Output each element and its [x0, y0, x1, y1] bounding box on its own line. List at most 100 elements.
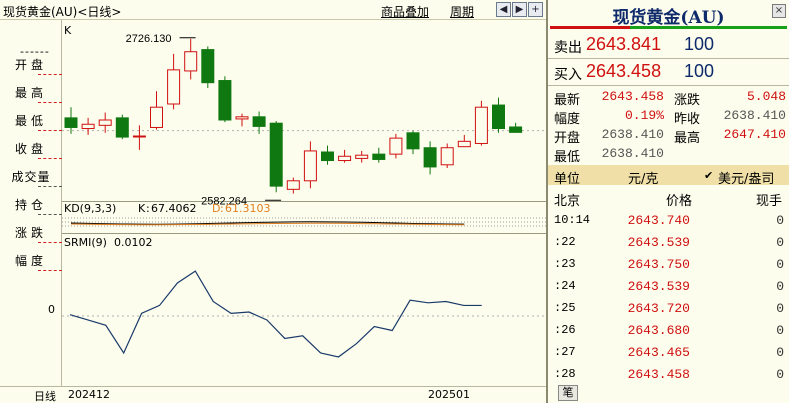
- tick-time: :23: [554, 257, 576, 271]
- stat-value: 5.048: [746, 89, 786, 104]
- zoom-in-button[interactable]: +: [528, 2, 543, 17]
- candle[interactable]: [423, 141, 437, 175]
- candle[interactable]: [98, 112, 112, 133]
- stat-label: 最高: [674, 131, 701, 146]
- scroll-left-button[interactable]: ◀: [496, 2, 511, 17]
- candle[interactable]: [218, 76, 232, 123]
- tick-row: :28 2643.458 0: [548, 364, 789, 386]
- kd-title: KD(9,3,3): [64, 202, 116, 215]
- header-accent-green: [630, 26, 787, 29]
- candle-body: [201, 49, 215, 84]
- buy-qty: 100: [684, 61, 715, 81]
- price-chart[interactable]: K2726.1302582.264KD(9,3,3) K:67.4062 D:61.…: [62, 20, 546, 386]
- candle[interactable]: [184, 38, 198, 80]
- candle-body: [492, 104, 505, 130]
- info-label: 开盘: [14, 58, 47, 72]
- info-value-placeholder: [38, 242, 62, 243]
- stat-label: 最新: [554, 93, 581, 108]
- tick-price: 2643.539: [627, 235, 690, 250]
- tick-volume: 0: [776, 301, 784, 316]
- buy-quote: 买入 2643.458 100: [552, 60, 788, 84]
- candle[interactable]: [338, 149, 352, 163]
- candle-body: [150, 106, 163, 128]
- candle-body: [389, 137, 403, 155]
- header-accent-red: [550, 26, 630, 29]
- candle[interactable]: [355, 150, 369, 163]
- stat-label: 开盘: [554, 131, 581, 146]
- info-label: 持仓: [14, 198, 47, 212]
- candle[interactable]: [509, 122, 523, 133]
- candle[interactable]: [389, 133, 403, 159]
- overlay-instrument-link[interactable]: 商品叠加: [381, 3, 429, 20]
- candle[interactable]: [81, 117, 95, 135]
- candle[interactable]: [286, 177, 300, 194]
- candle-body: [269, 122, 283, 187]
- candle[interactable]: [167, 53, 181, 110]
- stat-label: 涨跌: [674, 93, 701, 108]
- candle[interactable]: [201, 46, 215, 88]
- panel-label-k: K: [64, 24, 72, 37]
- info-label: 幅度: [14, 254, 47, 268]
- close-icon[interactable]: ×: [772, 4, 786, 18]
- candle-body: [64, 117, 78, 128]
- time-axis-bar: 日线 202412 202501: [0, 386, 546, 403]
- candle[interactable]: [150, 91, 163, 130]
- info-row-high: 最高: [0, 78, 62, 106]
- candle-body: [98, 119, 112, 126]
- candle-body: [218, 80, 232, 121]
- unit-row: 单位 元/克 ✔ 美元/盎司: [548, 165, 789, 187]
- tick-price: 2643.740: [627, 213, 690, 228]
- candle[interactable]: [269, 121, 283, 193]
- period-label: 日线: [34, 390, 56, 403]
- quote-info-panel: ------ 开盘 最高 最低 收盘 成交量 持仓 涨跌 幅度: [0, 20, 62, 386]
- sell-qty: 100: [684, 34, 715, 54]
- candle[interactable]: [64, 107, 78, 134]
- candle[interactable]: [474, 100, 488, 146]
- info-row-volume: 成交量: [0, 162, 62, 190]
- chart-title: 现货黄金(AU)<日线>: [3, 5, 122, 19]
- scroll-right-button[interactable]: ▶: [512, 2, 527, 17]
- candle[interactable]: [235, 113, 249, 127]
- candle[interactable]: [457, 134, 471, 148]
- tick-row: :23 2643.750 0: [548, 254, 789, 276]
- quote-header: 现货黄金(AU) ×: [548, 0, 789, 29]
- info-value-placeholder: [38, 130, 62, 131]
- candle[interactable]: [440, 143, 454, 168]
- stat-value: 2638.410: [723, 108, 786, 123]
- candle[interactable]: [492, 97, 505, 133]
- candle[interactable]: [115, 114, 129, 140]
- tick-price: 2643.750: [627, 257, 690, 272]
- chart-toolbar: 现货黄金(AU)<日线> 商品叠加 周期 ◀ ▶ +: [0, 0, 546, 20]
- candle[interactable]: [406, 130, 420, 155]
- candle-body: [132, 135, 146, 138]
- candle[interactable]: [132, 125, 146, 150]
- candle-body: [423, 147, 437, 168]
- unit-alt-toggle[interactable]: 美元/盎司: [718, 168, 774, 187]
- candle[interactable]: [303, 141, 317, 189]
- stat-row: 最低 2638.410: [552, 146, 788, 165]
- candle-body: [338, 155, 352, 162]
- tick-volume: 0: [776, 345, 784, 360]
- kd-d-value: 61.3103: [225, 202, 271, 215]
- candle-body: [509, 126, 523, 133]
- info-label: 涨跌: [14, 226, 47, 240]
- info-value-placeholder: [38, 186, 62, 187]
- candle-body: [372, 153, 386, 160]
- stat-value: 2643.458: [601, 89, 664, 104]
- ticks-header-time: 北京: [554, 194, 581, 209]
- tick-row: :26 2643.680 0: [548, 320, 789, 342]
- stat-row: 最新 2643.458 涨跌 5.048: [552, 89, 788, 108]
- check-icon[interactable]: ✔: [704, 169, 713, 182]
- tick-price: 2643.458: [627, 367, 690, 382]
- unit-label: 单位: [554, 172, 581, 187]
- candle-body: [474, 106, 488, 144]
- tab-trades[interactable]: 笔: [558, 385, 578, 401]
- stat-label: 幅度: [554, 112, 581, 127]
- ticks-header: 北京 价格 现手: [548, 188, 789, 209]
- period-link[interactable]: 周期: [450, 3, 474, 20]
- candle[interactable]: [321, 145, 334, 165]
- tick-volume: 0: [776, 213, 784, 228]
- candle[interactable]: [372, 147, 386, 163]
- candle-body: [115, 117, 129, 138]
- candle-body: [286, 180, 300, 190]
